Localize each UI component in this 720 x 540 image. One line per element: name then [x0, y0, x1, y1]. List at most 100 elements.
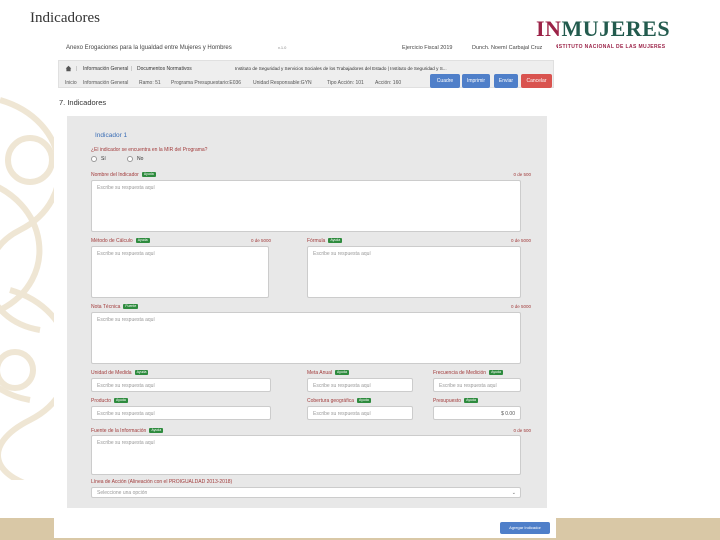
help-badge[interactable]: Ayuda — [135, 238, 150, 244]
indicator-form: Indicador 1 ¿El indicador se encuentra e… — [89, 128, 533, 498]
brand-logo-mujeres: MUJERES — [561, 16, 671, 41]
mir-question: ¿El indicador se encuentra en la MIR del… — [91, 147, 208, 153]
app-version: v.1.0 — [278, 45, 287, 50]
unidad-medida-label-text: Unidad de Medida — [91, 370, 132, 376]
presupuesto-label: Presupuesto Ayuda — [433, 398, 478, 404]
meta-anual-label-text: Meta Anual — [307, 370, 333, 376]
fuente-informacion-placeholder: Escribe su respuesta aquí — [97, 440, 155, 446]
help-badge[interactable]: Ayuda — [489, 370, 503, 376]
presupuesto-field[interactable]: $ 0.00 — [433, 406, 521, 420]
producto-label: Producto Ayuda — [91, 398, 128, 404]
add-indicator-button[interactable]: Agregar Indicador — [500, 522, 550, 534]
indicator-title: Indicador 1 — [95, 132, 128, 139]
radio-no-label: No — [137, 156, 144, 162]
nombre-indicador-label-text: Nombre del Indicador — [91, 172, 139, 178]
metodo-calculo-label-text: Método de Cálculo — [91, 238, 133, 244]
fiscal-year: Ejercicio Fiscal 2019 — [402, 45, 453, 51]
radio-yes-label: Sí — [101, 156, 106, 162]
nota-tecnica-label: Nota Técnica Fuente — [91, 304, 139, 310]
frecuencia-medicion-label-text: Frecuencia de Medición — [433, 370, 487, 376]
cobertura-geografica-placeholder: Escribe su respuesta aquí — [313, 411, 371, 417]
nombre-indicador-field[interactable]: Escribe su respuesta aquí — [91, 180, 521, 232]
app-title: Anexo Erogaciones para la Igualdad entre… — [66, 45, 232, 51]
cobertura-geografica-label-text: Cobertura geográfica — [307, 398, 354, 404]
presupuesto-value: $ 0.00 — [501, 411, 515, 417]
frecuencia-medicion-placeholder: Escribe su respuesta aquí — [439, 383, 497, 389]
breadcrumb-ramo[interactable]: Ramo: 51 — [139, 80, 161, 86]
unidad-medida-placeholder: Escribe su respuesta aquí — [97, 383, 155, 389]
brand-logo: INMUJERES — [536, 16, 670, 42]
unidad-medida-field[interactable]: Escribe su respuesta aquí — [91, 378, 271, 392]
linea-accion-placeholder: Seleccione una opción — [97, 490, 148, 496]
nota-tecnica-placeholder: Escribe su respuesta aquí — [97, 317, 155, 323]
producto-field[interactable]: Escribe su respuesta aquí — [91, 406, 271, 420]
app-screenshot: Anexo Erogaciones para la Igualdad entre… — [54, 40, 556, 538]
linea-accion-select[interactable]: Seleccione una opción ⌄ — [91, 487, 521, 498]
frecuencia-medicion-label: Frecuencia de Medición Ayuda — [433, 370, 503, 376]
breadcrumb-tipo-accion[interactable]: Tipo Acción: 101 — [327, 80, 364, 86]
formula-field[interactable]: Escribe su respuesta aquí — [307, 246, 521, 298]
nota-tecnica-counter: 0 de 5000 — [510, 304, 531, 309]
nombre-indicador-label: Nombre del Indicador Ayuda — [91, 172, 156, 178]
metodo-calculo-label: Método de Cálculo Ayuda — [91, 238, 150, 244]
breadcrumb-programa[interactable]: Programa Presupuestario:E036 — [171, 80, 241, 86]
nota-tecnica-field[interactable]: Escribe su respuesta aquí — [91, 312, 521, 364]
breadcrumb-separator: | — [131, 66, 133, 72]
unidad-medida-label: Unidad de Medida Ayuda — [91, 370, 149, 376]
breadcrumb-inicio[interactable]: Inicio — [65, 80, 77, 86]
help-badge[interactable]: Ayuda — [149, 428, 164, 434]
formula-counter: 0 de 5000 — [510, 238, 531, 243]
user-name[interactable]: Dunch. Noemí Carbajal Cruz — [472, 45, 542, 51]
help-badge[interactable]: Ayuda — [328, 238, 343, 244]
top-bar: Anexo Erogaciones para la Igualdad entre… — [54, 40, 556, 56]
help-badge[interactable]: Fuente — [123, 304, 139, 310]
metodo-calculo-counter: 0 de 5000 — [251, 238, 272, 243]
section-title: 7. Indicadores — [59, 98, 107, 107]
fuente-informacion-field[interactable]: Escribe su respuesta aquí — [91, 435, 521, 475]
radio-yes[interactable] — [91, 156, 97, 162]
producto-label-text: Producto — [91, 398, 112, 404]
presupuesto-label-text: Presupuesto — [433, 398, 462, 404]
meta-anual-placeholder: Escribe su respuesta aquí — [313, 383, 371, 389]
fuente-informacion-counter: 0 de 500 — [513, 428, 531, 433]
tab-informacion-general[interactable]: Información General — [83, 66, 128, 72]
enviar-button[interactable]: Enviar — [494, 74, 518, 88]
nota-tecnica-label-text: Nota Técnica — [91, 304, 121, 310]
cancelar-button[interactable]: Cancelar — [521, 74, 552, 88]
help-badge[interactable]: Ayuda — [114, 398, 128, 404]
metodo-calculo-field[interactable]: Escribe su respuesta aquí — [91, 246, 269, 298]
cobertura-geografica-field[interactable]: Escribe su respuesta aquí — [307, 406, 413, 420]
tab-documentos-normativos[interactable]: Documentos Normativos — [137, 66, 192, 72]
chevron-down-icon: ⌄ — [511, 490, 516, 496]
breadcrumb-informacion-general[interactable]: Información General — [83, 80, 128, 86]
imprimir-button[interactable]: Imprimir — [462, 74, 490, 88]
help-badge[interactable]: Ayuda — [356, 398, 371, 404]
fuente-informacion-label: Fuente de la Información Ayuda — [91, 428, 164, 434]
home-icon[interactable] — [65, 65, 72, 72]
radio-no[interactable] — [127, 156, 133, 162]
nombre-indicador-counter: 0 de 500 — [513, 172, 531, 177]
formula-label-text: Fórmula — [307, 238, 326, 244]
linea-accion-label: Línea de Acción (Alineación con el PROIG… — [91, 479, 233, 485]
fuente-informacion-label-text: Fuente de la Información — [91, 428, 147, 434]
help-badge[interactable]: Ayuda — [141, 172, 156, 178]
help-badge[interactable]: Ayuda — [335, 370, 349, 376]
formula-label: Fórmula Ayuda — [307, 238, 343, 244]
indicator-form-panel: Indicador 1 ¿El indicador se encuentra e… — [67, 116, 547, 508]
brand-logo-in: IN — [536, 16, 562, 41]
cuadre-button[interactable]: Cuadre — [430, 74, 460, 88]
slide-title: Indicadores — [30, 10, 100, 26]
help-badge[interactable]: Ayuda — [464, 398, 478, 404]
tab-institution[interactable]: Instituto de Seguridad y Servicios Socia… — [235, 66, 447, 71]
producto-placeholder: Escribe su respuesta aquí — [97, 411, 155, 417]
formula-placeholder: Escribe su respuesta aquí — [313, 251, 371, 257]
breadcrumb-accion[interactable]: Acción: 160 — [375, 80, 401, 86]
meta-anual-field[interactable]: Escribe su respuesta aquí — [307, 378, 413, 392]
breadcrumb-separator: | — [76, 66, 78, 72]
breadcrumb-unidad[interactable]: Unidad Responsable:GYN — [253, 80, 312, 86]
frecuencia-medicion-field[interactable]: Escribe su respuesta aquí — [433, 378, 521, 392]
cobertura-geografica-label: Cobertura geográfica Ayuda — [307, 398, 371, 404]
brand-subtitle: INSTITUTO NACIONAL DE LAS MUJERES — [553, 44, 666, 50]
help-badge[interactable]: Ayuda — [134, 370, 149, 376]
nombre-indicador-placeholder: Escribe su respuesta aquí — [97, 185, 155, 191]
